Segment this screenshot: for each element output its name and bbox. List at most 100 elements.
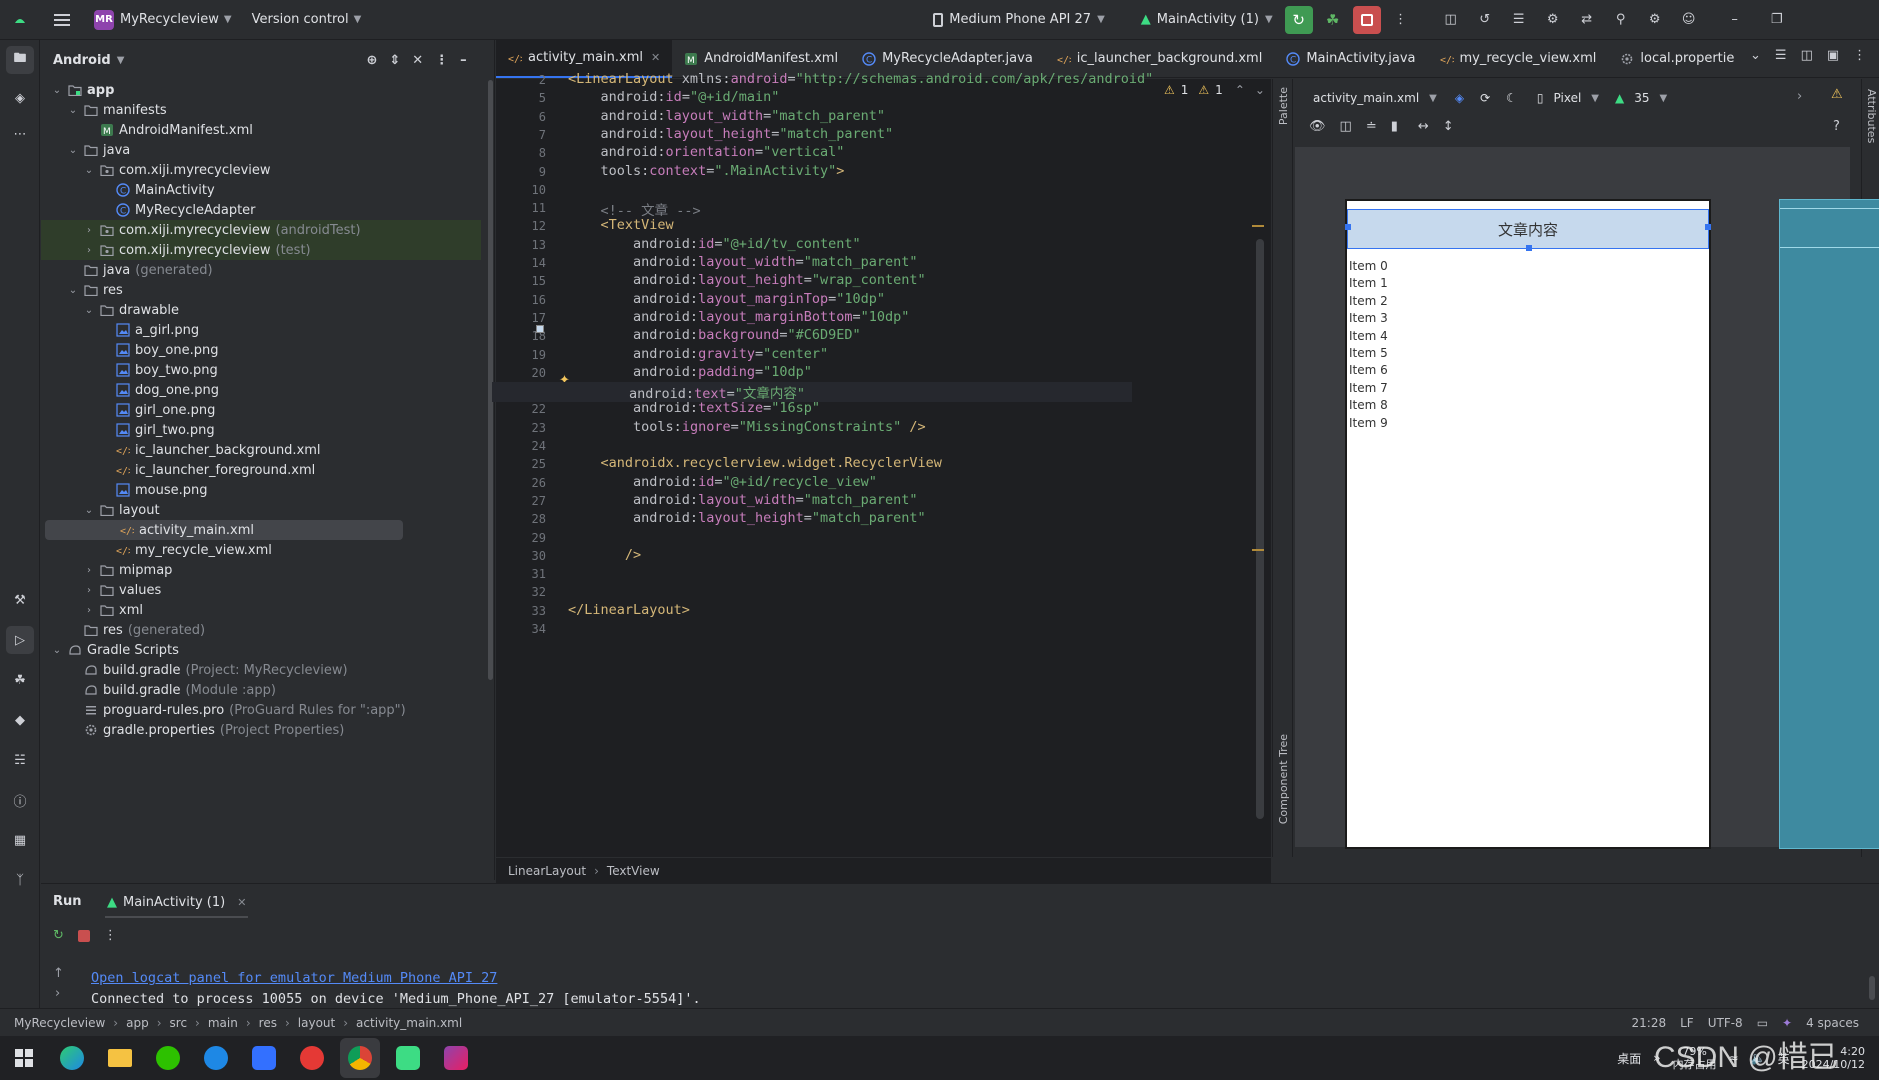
- tree-item[interactable]: girl_two.png: [41, 420, 481, 440]
- tree-item[interactable]: mouse.png: [41, 480, 481, 500]
- project-tool-button[interactable]: 🖿: [6, 46, 34, 74]
- caret-position[interactable]: 21:28: [1632, 1016, 1667, 1030]
- tree-item[interactable]: › com.xiji.myrecycleview (test): [41, 240, 481, 260]
- help-icon[interactable]: ?: [1833, 119, 1840, 134]
- chevron-right-icon[interactable]: ›: [81, 245, 97, 256]
- code-line[interactable]: </LinearLayout>: [568, 602, 690, 618]
- blueprint-icon[interactable]: ◫: [1340, 119, 1352, 134]
- file-encoding[interactable]: UTF-8: [1708, 1016, 1743, 1030]
- logcat-link[interactable]: Open logcat panel for emulator Medium Ph…: [91, 970, 497, 986]
- list-item[interactable]: Item 7: [1349, 381, 1388, 395]
- list-item[interactable]: Item 0: [1349, 259, 1388, 273]
- build-tool-button[interactable]: ⚒: [6, 586, 34, 614]
- code-line[interactable]: android:id="@+id/tv_content": [568, 236, 861, 252]
- settings-button[interactable]: ⚙: [1641, 6, 1669, 34]
- indent-setting[interactable]: 4 spaces: [1806, 1016, 1859, 1030]
- warning-icon[interactable]: ⚠: [1831, 87, 1843, 102]
- chevron-right-icon[interactable]: ›: [81, 565, 97, 576]
- code-line[interactable]: android:text="文章内容": [492, 382, 1132, 403]
- blueprint-preview[interactable]: [1779, 199, 1879, 849]
- scrollbar[interactable]: [488, 80, 493, 680]
- scroll-up-icon[interactable]: ↑: [53, 966, 64, 981]
- account-button[interactable]: ☺: [1675, 6, 1703, 34]
- phone-preview[interactable]: 文章内容 Item 0 Item 1 Item 2 Item 3 Item 4 Item …: [1345, 199, 1711, 849]
- list-item[interactable]: Item 4: [1349, 329, 1388, 343]
- split-view-icon[interactable]: ◫: [1801, 48, 1813, 63]
- chevron-up-icon[interactable]: ⌃: [1235, 83, 1245, 97]
- more-tools-button[interactable]: ⋯: [6, 120, 34, 148]
- tree-item[interactable]: C MyRecycleAdapter: [41, 200, 481, 220]
- code-line[interactable]: android:layout_width="match_parent": [568, 108, 886, 124]
- terminal-button[interactable]: ▦: [6, 826, 34, 854]
- align-icon[interactable]: ↕: [1443, 119, 1454, 134]
- file-explorer-icon[interactable]: [100, 1038, 140, 1078]
- list-item[interactable]: Item 2: [1349, 294, 1388, 308]
- night-mode-icon[interactable]: ☾: [1506, 91, 1517, 105]
- browser-icon[interactable]: [196, 1038, 236, 1078]
- desktop-label[interactable]: 桌面: [1617, 1050, 1641, 1067]
- chevron-down-icon[interactable]: ⌄: [1750, 48, 1761, 63]
- path-segment[interactable]: src: [170, 1016, 188, 1030]
- path-segment[interactable]: activity_main.xml: [356, 1016, 462, 1030]
- code-line[interactable]: <LinearLayout xmlns:android="http://sche…: [568, 71, 1153, 87]
- device-manager-button[interactable]: ◫: [1437, 6, 1465, 34]
- code-line[interactable]: android:layout_height="match_parent": [568, 510, 926, 526]
- chevron-down-icon[interactable]: ⌄: [81, 305, 97, 316]
- tv-content-preview[interactable]: 文章内容: [1345, 209, 1711, 251]
- tree-item[interactable]: </> ic_launcher_background.xml: [41, 440, 481, 460]
- wechat-icon[interactable]: [148, 1038, 188, 1078]
- design-view-icon[interactable]: ▣: [1827, 48, 1839, 63]
- project-selector[interactable]: MR MyRecycleview ▼: [88, 6, 238, 34]
- breadcrumb-item[interactable]: TextView: [607, 864, 660, 878]
- device-selector[interactable]: Medium Phone API 27 ▼: [927, 6, 1110, 34]
- code-line[interactable]: android:padding="10dp": [568, 364, 812, 380]
- tree-item[interactable]: › values: [41, 580, 481, 600]
- code-line[interactable]: android:layout_width="match_parent": [568, 492, 918, 508]
- rerun-button[interactable]: ↻: [1284, 5, 1313, 34]
- chrome-icon[interactable]: [340, 1038, 380, 1078]
- readonly-toggle-icon[interactable]: ▭: [1757, 1016, 1768, 1030]
- sdk-manager-button[interactable]: ↺: [1471, 6, 1499, 34]
- search-button[interactable]: ⚲: [1607, 6, 1635, 34]
- code-line[interactable]: android:layout_height="match_parent": [568, 126, 894, 142]
- ai-assistant-icon[interactable]: ✦: [1782, 1016, 1792, 1030]
- tree-item[interactable]: C MainActivity: [41, 180, 481, 200]
- pack-icon[interactable]: ↔: [1418, 119, 1429, 134]
- path-segment[interactable]: layout: [298, 1016, 335, 1030]
- inspection-widget[interactable]: ⚠ 1 ⚠ 1 ⌃ ⌄: [1164, 83, 1265, 97]
- editor-tab[interactable]: C MainActivity.java: [1274, 40, 1427, 78]
- tree-item[interactable]: girl_one.png: [41, 400, 481, 420]
- code-line[interactable]: android:id="@+id/main": [568, 89, 780, 105]
- app-quality-button[interactable]: ◆: [6, 706, 34, 734]
- tree-item[interactable]: ⌄ manifests: [41, 100, 481, 120]
- code-line[interactable]: android:layout_marginBottom="10dp": [568, 309, 909, 325]
- chevron-right-icon[interactable]: ›: [1797, 89, 1802, 104]
- problems-button[interactable]: ⓘ: [6, 786, 34, 814]
- editor-tab[interactable]: local.propertie: [1608, 40, 1746, 78]
- hide-panel-icon[interactable]: –: [460, 53, 467, 68]
- more-actions-button[interactable]: ⋮: [1387, 6, 1415, 34]
- android-studio-icon[interactable]: [388, 1038, 428, 1078]
- chevron-down-icon[interactable]: ⌄: [81, 165, 97, 176]
- tree-item[interactable]: build.gradle (Module :app): [41, 680, 481, 700]
- stop-button[interactable]: [1352, 5, 1381, 34]
- tree-item[interactable]: boy_two.png: [41, 360, 481, 380]
- tree-item[interactable]: res (generated): [41, 620, 481, 640]
- tree-item[interactable]: </> activity_main.xml: [45, 520, 403, 540]
- tree-item[interactable]: dog_one.png: [41, 380, 481, 400]
- editor-scrollbar[interactable]: [1252, 139, 1264, 849]
- chevron-right-icon[interactable]: ›: [81, 605, 97, 616]
- chevron-right-icon[interactable]: ›: [81, 225, 97, 236]
- chevron-down-icon[interactable]: ⌄: [81, 505, 97, 516]
- maximize-button[interactable]: ❐: [1763, 6, 1791, 34]
- feishu-icon[interactable]: [244, 1038, 284, 1078]
- chevron-down-icon[interactable]: ⌄: [65, 145, 81, 156]
- minimize-button[interactable]: –: [1721, 6, 1749, 34]
- windows-start-icon[interactable]: [4, 1038, 44, 1078]
- list-item[interactable]: Item 6: [1349, 363, 1388, 377]
- project-view-selector[interactable]: Android: [53, 53, 111, 68]
- version-control-menu[interactable]: Version control ▼: [246, 6, 368, 34]
- device-preview-selector[interactable]: Pixel: [1554, 91, 1582, 105]
- tree-item[interactable]: gradle.properties (Project Properties): [41, 720, 481, 740]
- tree-item[interactable]: boy_one.png: [41, 340, 481, 360]
